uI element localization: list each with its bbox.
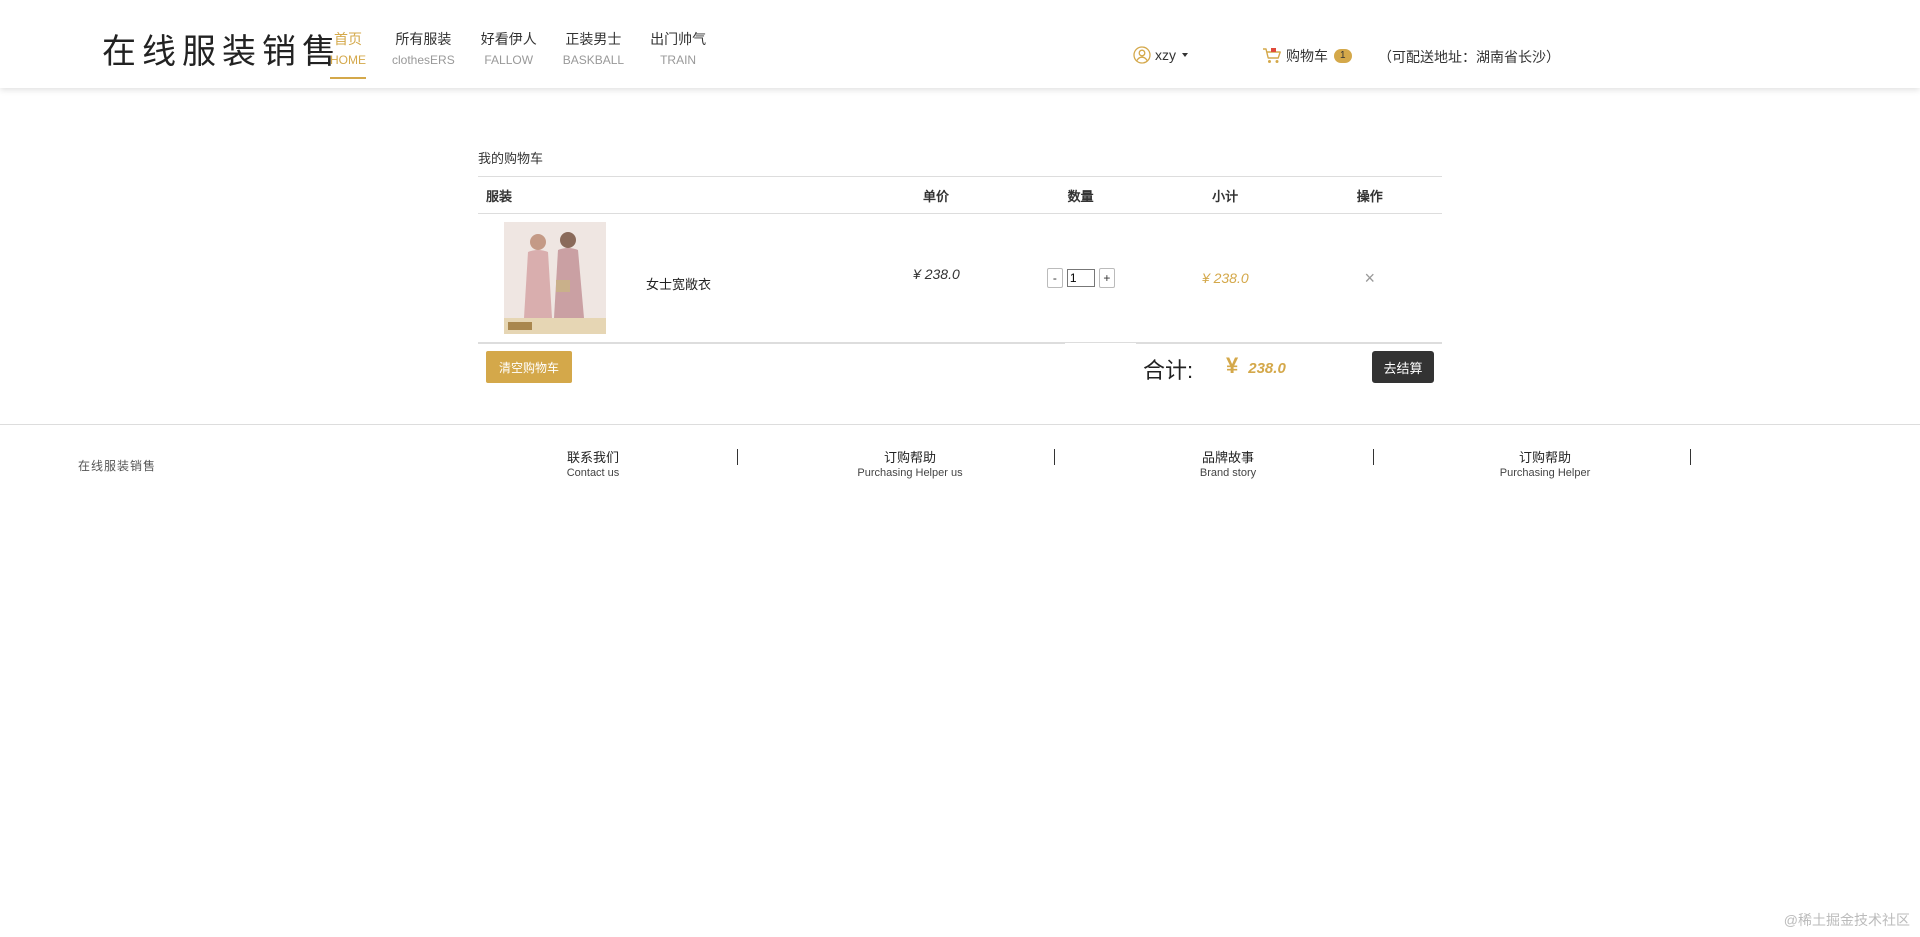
decrease-quantity-button[interactable]: -: [1046, 268, 1063, 288]
nav-item-label: 出门帅气: [650, 31, 707, 47]
column-header-price: 单价: [923, 188, 950, 204]
username: xzy: [1155, 47, 1176, 63]
footer-link-label: 订购帮助: [1518, 450, 1571, 465]
quantity-cell: - +: [1009, 268, 1153, 288]
nav-item-men-formal[interactable]: 正装男士 BASKBALL: [563, 30, 624, 79]
nav-item-all-clothes[interactable]: 所有服装 clothesERS: [392, 30, 455, 79]
footer-separator: [1373, 449, 1374, 465]
operation-cell: ×: [1298, 268, 1442, 289]
cart-label: 购物车: [1286, 48, 1328, 64]
checkout-button[interactable]: 去结算: [1372, 351, 1434, 383]
footer-link-contact[interactable]: 联系我们 Contact us: [493, 449, 693, 481]
nav-item-sublabel: FALLOW: [484, 53, 534, 67]
cart-title: 我的购物车: [478, 151, 544, 166]
footer-link-label: 订购帮助: [883, 450, 936, 465]
cart-footer-row: 清空购物车 合计: ¥238.0 去结算: [478, 343, 1442, 395]
footer-link-purchasing-helper[interactable]: 订购帮助 Purchasing Helper: [1445, 449, 1645, 481]
user-menu[interactable]: xzy: [1133, 46, 1188, 64]
item-subtotal: ¥ 238.0: [1201, 270, 1249, 286]
footer-link-sublabel: Purchasing Helper us: [857, 467, 963, 479]
divider: [1136, 343, 1442, 344]
nav-item-outing[interactable]: 出门帅气 TRAIN: [650, 30, 706, 79]
column-header-quantity: 数量: [1067, 188, 1094, 204]
user-icon: [1133, 46, 1151, 64]
nav-item-label: 正装男士: [565, 31, 622, 47]
increase-quantity-button[interactable]: +: [1098, 268, 1115, 288]
subtotal-cell: ¥ 238.0: [1153, 270, 1297, 286]
watermark: @稀土掘金技术社区: [1783, 912, 1910, 928]
delete-icon[interactable]: ×: [1365, 268, 1376, 288]
currency-symbol: ¥: [1226, 353, 1239, 378]
table-header-row: 服装 单价 数量 小计 操作: [478, 177, 1442, 214]
nav-item-women[interactable]: 好看伊人 FALLOW: [481, 30, 537, 79]
footer-link-brand-story[interactable]: 品牌故事 Brand story: [1128, 449, 1328, 481]
nav-item-sublabel: TRAIN: [660, 53, 697, 67]
nav-item-sublabel: clothesERS: [392, 53, 455, 67]
site-logo[interactable]: 在线服装销售: [102, 30, 342, 74]
nav-item-label: 所有服装: [395, 31, 452, 47]
site-footer: 在线服装销售 联系我们 Contact us 订购帮助 Purchasing H…: [0, 424, 1920, 495]
column-header-subtotal: 小计: [1212, 188, 1239, 204]
nav-item-label: 好看伊人: [480, 31, 537, 47]
total-value: 238.0: [1248, 360, 1286, 377]
cart-link[interactable]: 购物车 1: [1262, 46, 1352, 66]
unit-price: ¥ 238.0: [913, 266, 960, 282]
column-header-operation: 操作: [1356, 188, 1383, 204]
footer-separator: [1054, 449, 1055, 465]
product-name[interactable]: 女士宽敞衣: [646, 274, 711, 293]
cart-count-badge: 1: [1334, 49, 1352, 63]
product-photo-illustration: [504, 222, 606, 334]
nav-item-sublabel: HOME: [330, 53, 366, 67]
main-nav: 首页 HOME 所有服装 clothesERS 好看伊人 FALLOW 正装男士…: [330, 30, 732, 79]
cart-table: 服装 单价 数量 小计 操作 女士宽敞衣 ¥ 238.0 - 1 + ¥ 238…: [478, 176, 1442, 395]
footer-separator: [737, 449, 738, 465]
total-amount: ¥238.0: [1226, 353, 1286, 379]
shopping-cart: 我的购物车 服装 单价 数量 小计 操作 女士宽敞衣 ¥ 238.0 - 1 +…: [478, 150, 1442, 395]
quantity-stepper: - +: [1009, 268, 1153, 288]
nav-item-sublabel: BASKBALL: [562, 53, 625, 67]
price-cell: ¥ 238.0: [864, 266, 1008, 282]
footer-link-sublabel: Purchasing Helper: [1499, 467, 1591, 479]
footer-link-sublabel: Contact us: [566, 467, 620, 479]
footer-link-purchasing-help[interactable]: 订购帮助 Purchasing Helper us: [810, 449, 1010, 481]
divider: [478, 343, 1065, 344]
quantity-input[interactable]: [1066, 269, 1095, 287]
chevron-down-icon: [1182, 53, 1188, 57]
total-label: 合计:: [1143, 358, 1194, 383]
footer-link-label: 联系我们: [566, 450, 619, 465]
delivery-address: （可配送地址：湖南省长沙）: [1378, 49, 1560, 65]
column-header-product: 服装: [486, 188, 513, 204]
nav-item-label: 首页: [334, 31, 362, 47]
product-image[interactable]: [504, 222, 606, 334]
product-cell: 女士宽敞衣: [478, 222, 864, 334]
clear-cart-button[interactable]: 清空购物车: [486, 351, 572, 383]
footer-link-sublabel: Brand story: [1199, 467, 1257, 479]
site-header: 在线服装销售 首页 HOME 所有服装 clothesERS 好看伊人 FALL…: [0, 0, 1920, 88]
footer-brand: 在线服装销售: [78, 459, 157, 473]
table-row: 女士宽敞衣 ¥ 238.0 - + ¥ 238.0 ×: [478, 214, 1442, 343]
footer-link-label: 品牌故事: [1201, 450, 1254, 465]
footer-separator: [1690, 449, 1691, 465]
shopping-cart-icon: [1263, 48, 1281, 63]
nav-item-home[interactable]: 首页 HOME: [330, 30, 366, 79]
